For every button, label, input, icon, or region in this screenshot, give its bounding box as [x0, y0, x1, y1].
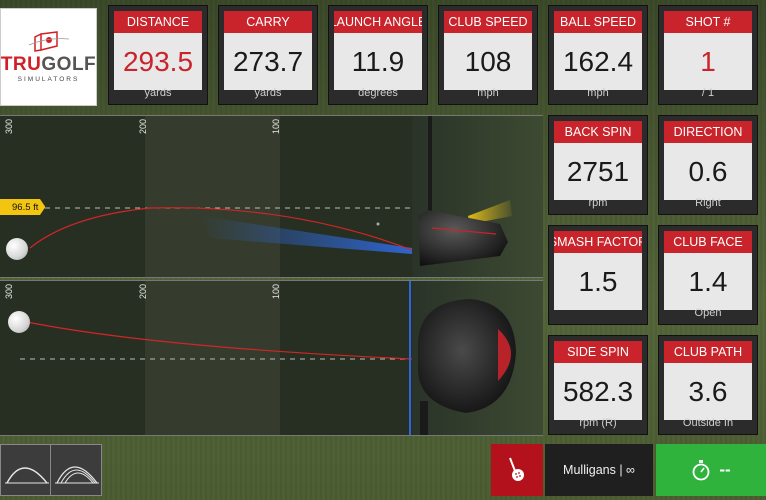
stat-shot-number-label: SHOT #: [664, 11, 752, 33]
view-toggle-side[interactable]: [0, 444, 52, 496]
stat-club-face-value: 1.4: [664, 253, 752, 310]
putting-button[interactable]: [491, 444, 543, 496]
mulligans-label: Mulligans | ∞: [563, 463, 635, 477]
trugolf-logo: TRUGOLF SIMULATORS: [0, 8, 97, 106]
stat-shot-number: SHOT # 1 / 1: [658, 5, 758, 105]
view-toggle-multi[interactable]: [50, 444, 102, 496]
stat-carry-label: CARRY: [224, 11, 312, 33]
stat-back-spin-unit: rpm: [588, 197, 608, 209]
golf-ball-top: [8, 311, 30, 333]
stat-launch-angle: LAUNCH ANGLE 11.9 degrees: [328, 5, 428, 105]
stat-back-spin: BACK SPIN 2751 rpm: [548, 115, 648, 215]
stat-launch-angle-value: 11.9: [334, 33, 422, 90]
stat-side-spin: SIDE SPIN 582.3 rpm (R): [548, 335, 648, 435]
stat-ball-speed-unit: mph: [587, 87, 609, 99]
stat-distance-value: 293.5: [114, 33, 202, 90]
stat-club-face-unit: Open: [694, 307, 722, 319]
side-view-panel: 300 200 100: [0, 115, 543, 278]
stat-club-speed-value: 108: [444, 33, 532, 90]
stat-ball-speed-value: 162.4: [554, 33, 642, 90]
stat-back-spin-label: BACK SPIN: [554, 121, 642, 143]
shot-timer-button[interactable]: --: [656, 444, 766, 496]
stat-side-spin-label: SIDE SPIN: [554, 341, 642, 363]
stat-smash-factor: SMASH FACTOR 1.5: [548, 225, 648, 325]
stat-carry-unit: yards: [254, 87, 282, 99]
stat-distance-label: DISTANCE: [114, 11, 202, 33]
apex-height-tag: 96.5 ft: [0, 199, 46, 215]
logo-cube-icon: [28, 31, 69, 52]
stat-ball-speed-label: BALL SPEED: [554, 11, 642, 33]
stat-direction: DIRECTION 0.6 Right: [658, 115, 758, 215]
stat-club-face-label: CLUB FACE: [664, 231, 752, 253]
logo-subtitle: SIMULATORS: [17, 76, 80, 83]
arc-trajectory-icon: [5, 467, 49, 484]
stat-club-face: CLUB FACE 1.4 Open: [658, 225, 758, 325]
stat-shot-number-value: 1: [664, 33, 752, 90]
stat-direction-label: DIRECTION: [664, 121, 752, 143]
stat-distance-unit: yards: [144, 87, 172, 99]
timer-value: --: [719, 460, 731, 479]
top-trajectory-graphic: [20, 281, 516, 435]
club-shaft: [428, 116, 432, 218]
ball-flight-path-top: [21, 320, 413, 360]
stat-launch-angle-unit: degrees: [358, 87, 398, 99]
stat-club-path: CLUB PATH 3.6 Outside In: [658, 335, 758, 435]
stat-carry-value: 273.7: [224, 33, 312, 90]
stat-club-path-unit: Outside In: [682, 417, 734, 429]
club-path-trail: [200, 216, 412, 254]
stat-club-speed-unit: mph: [477, 87, 499, 99]
stat-club-speed-label: CLUB SPEED: [444, 11, 532, 33]
side-trajectory-graphic: [25, 116, 512, 266]
stat-smash-factor-value: 1.5: [554, 253, 642, 310]
golf-ball-side: [6, 238, 28, 260]
stat-club-path-value: 3.6: [664, 363, 752, 420]
stopwatch-icon: [692, 460, 710, 481]
stat-shot-number-unit: / 1: [701, 87, 715, 99]
stat-back-spin-value: 2751: [554, 143, 642, 200]
stat-launch-angle-label: LAUNCH ANGLE: [334, 11, 422, 33]
stat-ball-speed: BALL SPEED 162.4 mph: [548, 5, 648, 105]
stat-direction-unit: Right: [695, 197, 721, 209]
stat-side-spin-unit: rpm (R): [579, 417, 617, 429]
stat-club-path-label: CLUB PATH: [664, 341, 752, 363]
mulligans-button[interactable]: Mulligans | ∞: [545, 444, 653, 496]
stat-side-spin-value: 582.3: [554, 363, 642, 420]
top-view-panel: 300 200 100: [0, 280, 543, 436]
stat-direction-value: 0.6: [664, 143, 752, 200]
stat-smash-factor-unit: [549, 307, 647, 321]
stat-carry: CARRY 273.7 yards: [218, 5, 318, 105]
multi-arc-icon: [55, 466, 99, 484]
stat-smash-factor-label: SMASH FACTOR: [554, 231, 642, 253]
stat-distance: DISTANCE 293.5 yards: [108, 5, 208, 105]
logo-brand: TRUGOLF: [0, 54, 97, 75]
stat-club-speed: CLUB SPEED 108 mph: [438, 5, 538, 105]
putting-icon: [509, 457, 524, 481]
